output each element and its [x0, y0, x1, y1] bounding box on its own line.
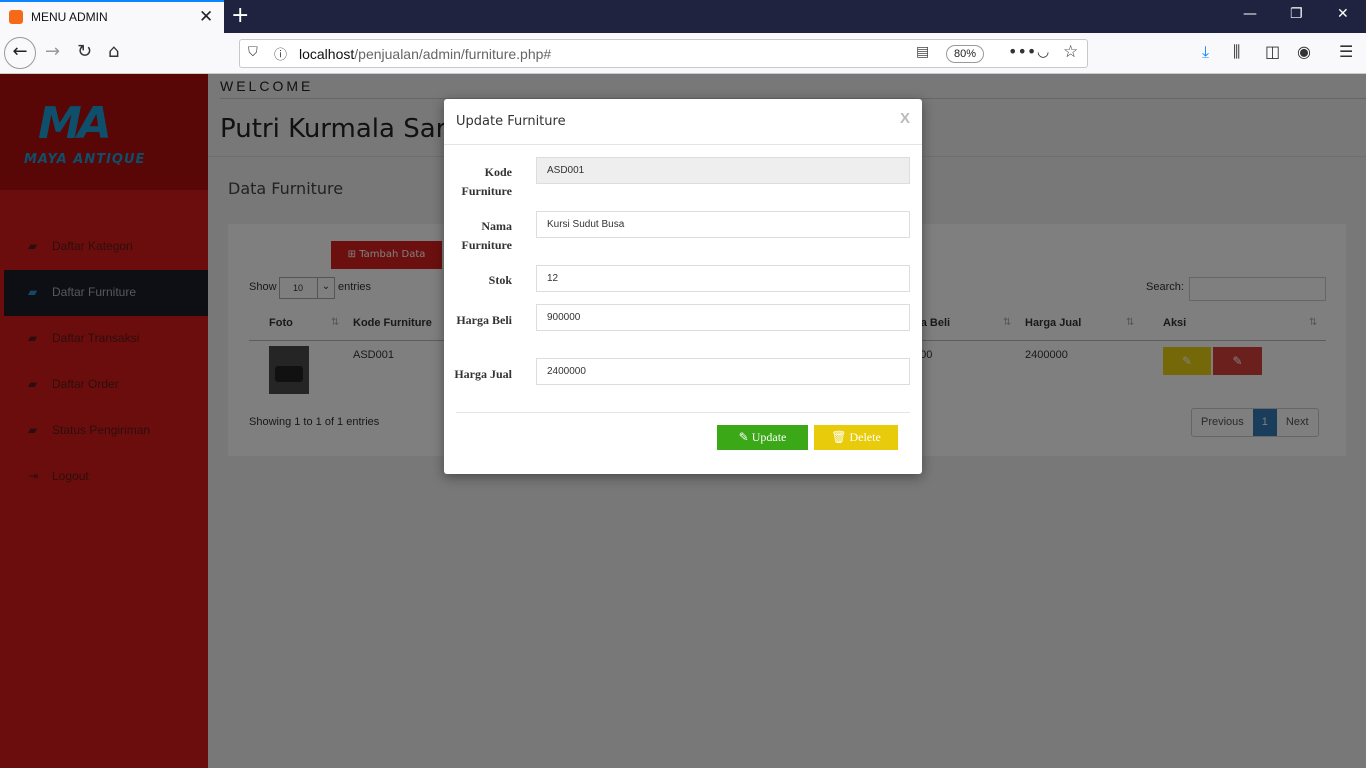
- nama-furniture-input[interactable]: Kursi Sudut Busa: [536, 211, 910, 238]
- update-button[interactable]: ✎ Update: [717, 425, 808, 450]
- divider: [444, 144, 922, 145]
- field-label: Nama Furniture: [461, 219, 512, 252]
- harga-jual-input[interactable]: 2400000: [536, 358, 910, 385]
- new-tab-icon[interactable]: +: [231, 3, 249, 28]
- info-icon[interactable]: ⓘ: [274, 44, 287, 63]
- update-furniture-modal: Update Furniture X Kode Furniture ASD001…: [444, 99, 922, 474]
- field-label: Harga Jual: [454, 367, 512, 381]
- reload-icon[interactable]: ↻: [77, 41, 92, 62]
- stok-input[interactable]: 12: [536, 265, 910, 292]
- trash-icon: 🗑: [831, 430, 847, 444]
- close-window-icon[interactable]: ✕: [1337, 6, 1349, 22]
- delete-label: Delete: [849, 430, 881, 444]
- field-label: Stok: [488, 273, 512, 287]
- browser-tab-bar: MENU ADMIN ✕ + — ❐ ✕: [0, 0, 1366, 33]
- close-tab-icon[interactable]: ✕: [199, 7, 213, 27]
- close-icon[interactable]: X: [900, 110, 910, 127]
- account-icon[interactable]: ◉: [1297, 42, 1311, 61]
- browser-nav-bar: ← → ↻ ⌂ ⛉ ⓘ localhost/penjualan/admin/fu…: [0, 33, 1366, 74]
- kode-furniture-input[interactable]: ASD001: [536, 157, 910, 184]
- library-icon[interactable]: ⫼: [1233, 42, 1240, 62]
- download-icon[interactable]: ⤓: [1202, 42, 1209, 62]
- divider: [456, 412, 910, 413]
- shield-icon[interactable]: ⛉: [248, 45, 258, 60]
- home-icon[interactable]: ⌂: [108, 41, 119, 62]
- tab-title: MENU ADMIN: [31, 10, 108, 24]
- bookmark-star-icon[interactable]: ☆: [1063, 42, 1078, 62]
- edit-square-icon: ✎: [738, 430, 749, 444]
- harga-beli-input[interactable]: 900000: [536, 304, 910, 331]
- restore-icon[interactable]: ❐: [1290, 6, 1303, 22]
- sidebar-toggle-icon[interactable]: ◫: [1265, 42, 1280, 61]
- browser-tab[interactable]: MENU ADMIN ✕: [0, 0, 224, 33]
- forward-icon[interactable]: →: [45, 41, 60, 62]
- back-icon[interactable]: ←: [4, 37, 36, 69]
- more-icon[interactable]: •••: [1008, 42, 1036, 61]
- url-text[interactable]: localhost/penjualan/admin/furniture.php#: [299, 46, 551, 62]
- update-label: Update: [751, 430, 787, 444]
- delete-button[interactable]: 🗑 Delete: [814, 425, 898, 450]
- pocket-icon[interactable]: ◡: [1037, 44, 1049, 60]
- minimize-icon[interactable]: —: [1243, 6, 1257, 22]
- xampp-favicon-icon: [9, 10, 23, 24]
- field-label: Harga Beli: [456, 313, 512, 327]
- reader-view-icon[interactable]: ▤: [916, 44, 929, 60]
- field-label: Kode Furniture: [461, 165, 512, 198]
- menu-icon[interactable]: ☰: [1339, 42, 1353, 61]
- url-bar[interactable]: ⛉ ⓘ localhost/penjualan/admin/furniture.…: [239, 39, 1088, 68]
- modal-title: Update Furniture: [456, 114, 566, 129]
- zoom-level[interactable]: 80%: [946, 45, 984, 63]
